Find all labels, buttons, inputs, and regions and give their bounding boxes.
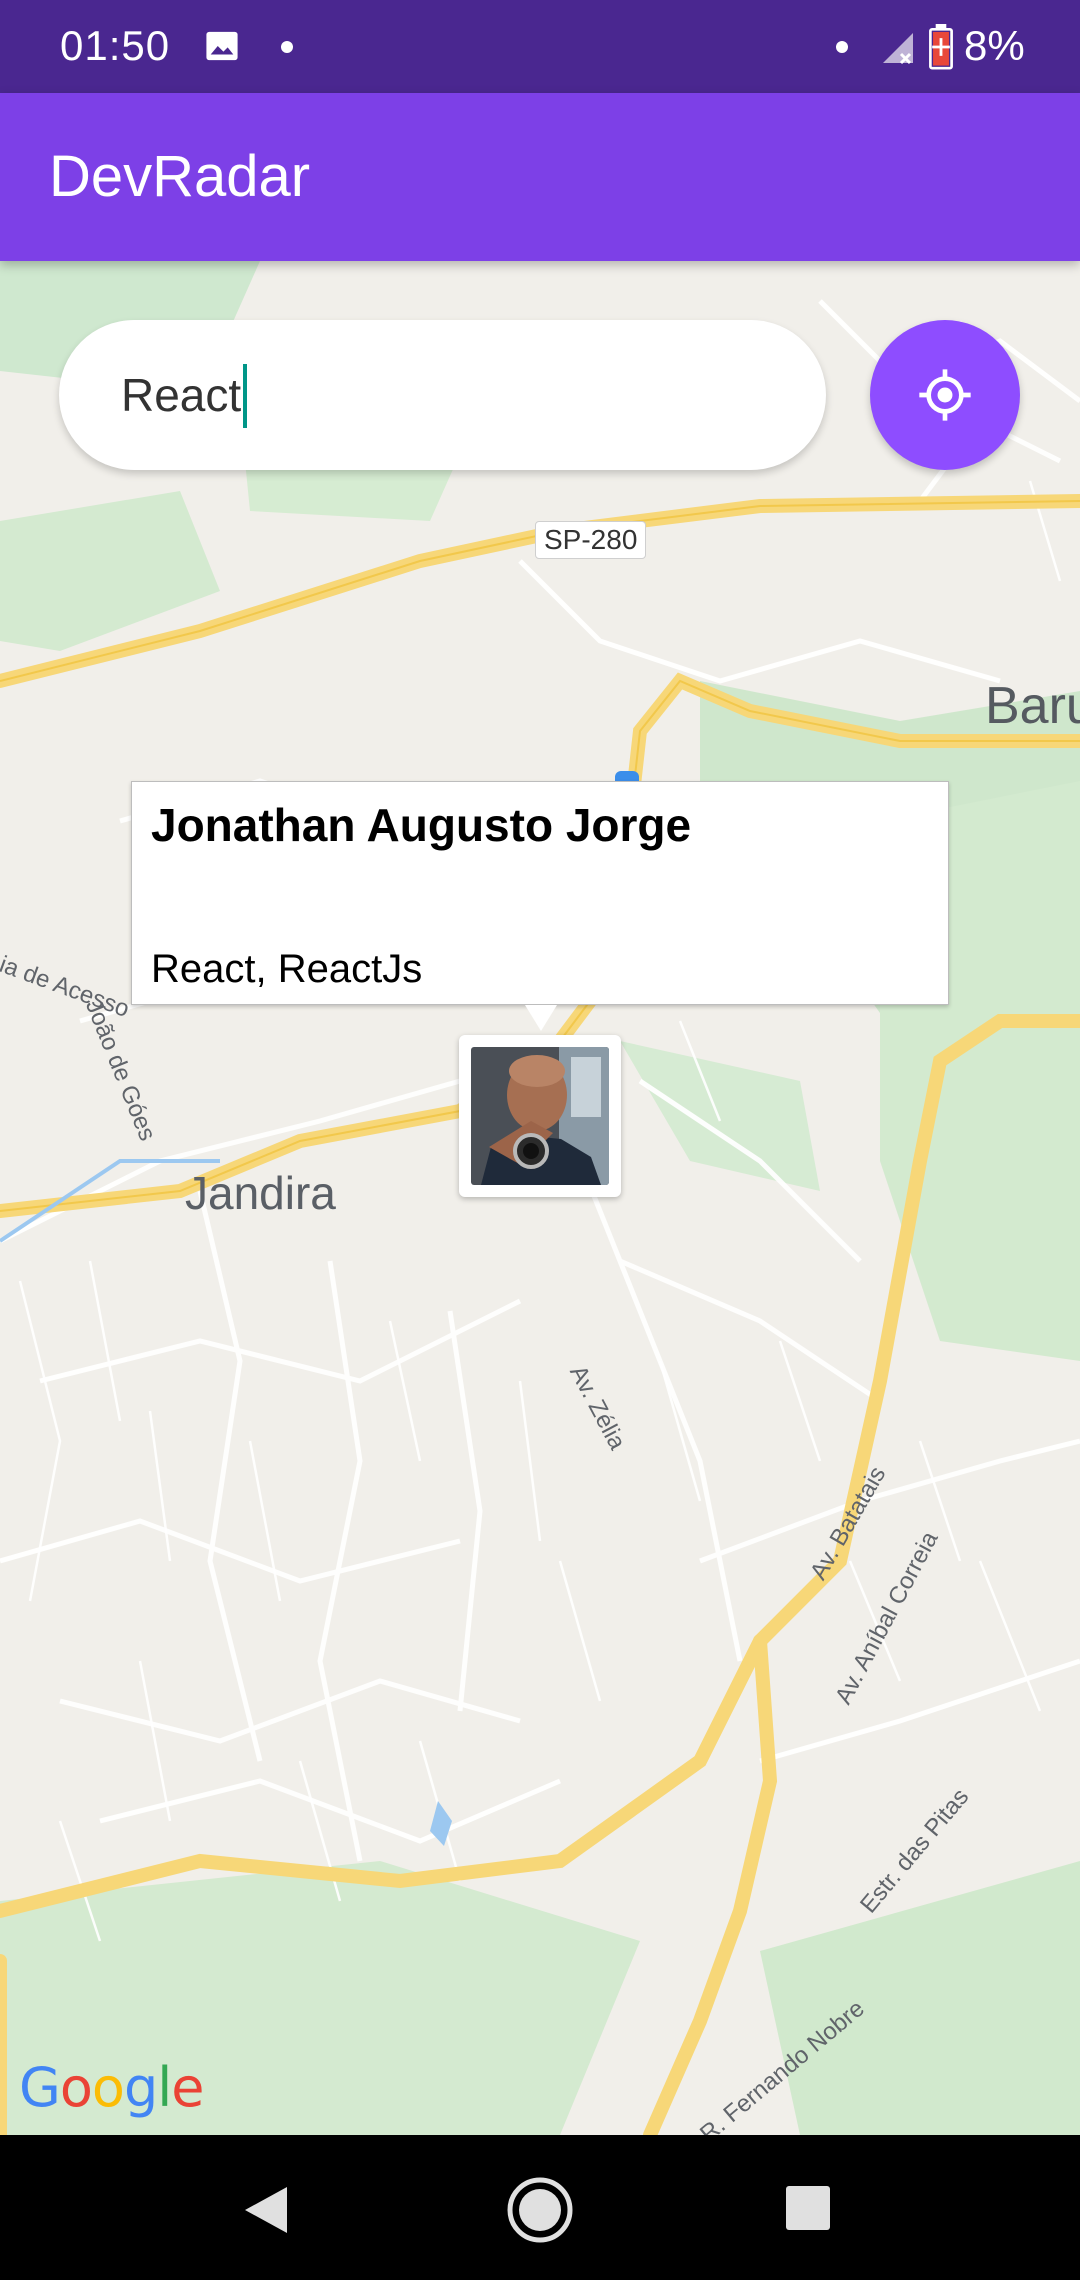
dev-callout[interactable]: Jonathan Augusto Jorge React, ReactJs: [131, 781, 949, 1005]
battery-percentage: 8%: [964, 22, 1025, 69]
avatar: [471, 1047, 609, 1185]
notification-dot-icon: [281, 41, 293, 53]
app-title: DevRadar: [49, 144, 311, 209]
search-input[interactable]: [59, 320, 826, 470]
back-icon[interactable]: [243, 2185, 289, 2235]
system-nav-bar: [0, 2135, 1080, 2280]
callout-pointer: [525, 1005, 557, 1031]
status-bar: 01:50 8%: [0, 0, 1080, 93]
image-icon: [206, 31, 238, 61]
dev-techs: React, ReactJs: [151, 947, 423, 991]
status-time: 01:50: [60, 22, 171, 69]
dev-name: Jonathan Augusto Jorge: [151, 799, 692, 851]
map-label-baru: Baru: [985, 677, 1080, 735]
dev-marker[interactable]: [459, 1035, 621, 1197]
app-bar: DevRadar: [0, 93, 1080, 261]
my-location-icon: [919, 369, 971, 421]
dot-icon: [836, 41, 848, 53]
signal-icon: [883, 33, 913, 65]
home-icon[interactable]: [505, 2175, 575, 2245]
battery-charging-icon: [929, 24, 953, 70]
locate-button[interactable]: [870, 320, 1020, 470]
road-shield-sp280: SP-280: [535, 521, 647, 559]
text-cursor: [243, 364, 247, 428]
recents-icon[interactable]: [786, 2186, 830, 2230]
google-logo: Google: [19, 2056, 204, 2119]
map-label-jandira: Jandira: [185, 1167, 336, 1219]
map[interactable]: Jandira Baru SP-280 Av. Zélia Av. Batata…: [0, 261, 1080, 2135]
